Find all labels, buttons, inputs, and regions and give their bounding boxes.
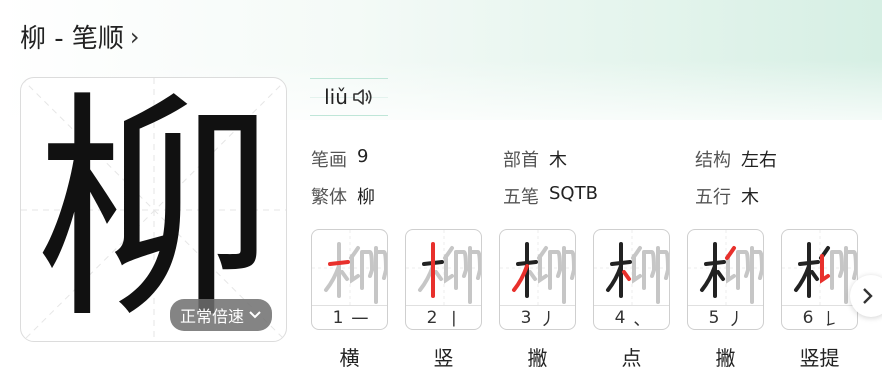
pinyin-guide-line: [310, 97, 388, 98]
info-structure-key: 结构: [695, 150, 731, 171]
info-radical: 部首 木: [503, 146, 567, 172]
chevron-down-icon: [249, 311, 261, 319]
info-traditional-key: 繁体: [311, 187, 347, 208]
info-strokes-key: 笔画: [311, 150, 347, 171]
playback-speed-button[interactable]: 正常倍速: [169, 299, 272, 331]
stroke-card[interactable]: 4、: [593, 229, 670, 330]
stroke-number: 3: [520, 307, 532, 328]
stroke-name: 竖提: [799, 346, 840, 370]
stroke-glyph: 一: [351, 310, 369, 330]
stroke-label: 4、: [594, 305, 669, 330]
stroke-diagram: [782, 230, 857, 307]
stroke-glyph: 丿: [539, 310, 557, 330]
stroke-name: 竖: [433, 346, 454, 370]
stroke-diagram: [594, 230, 669, 307]
stroke-glyph: 丨: [445, 310, 463, 330]
chevron-right-icon: ›: [129, 22, 140, 51]
stroke-label: 6𠄌: [782, 305, 857, 330]
stroke-glyph: 𠄌: [821, 310, 839, 330]
stroke-card[interactable]: 2丨: [405, 229, 482, 330]
stroke-glyph: 、: [633, 310, 651, 330]
page-title-text: 柳 - 笔顺: [20, 24, 124, 54]
info-element-value: 木: [741, 187, 759, 208]
pinyin-text: liǔ: [324, 85, 348, 109]
info-element-key: 五行: [695, 187, 731, 208]
info-traditional-value: 柳: [357, 187, 375, 208]
stroke-number: 5: [708, 307, 720, 328]
stroke-diagram: [406, 230, 481, 307]
stroke-label: 3丿: [500, 305, 575, 330]
info-strokes-value: 9: [357, 146, 369, 167]
stroke-card[interactable]: 5丿: [687, 229, 764, 330]
stroke-number: 1: [332, 307, 344, 328]
stroke-diagram: [688, 230, 763, 307]
stroke-name: 横: [339, 346, 360, 370]
stroke-label: 1一: [312, 305, 387, 330]
stroke-number: 6: [802, 307, 814, 328]
stroke-card[interactable]: 6𠄌: [781, 229, 858, 330]
stroke-glyph: 丿: [727, 310, 745, 330]
chevron-right-icon: [863, 288, 873, 304]
info-structure: 结构 左右: [695, 146, 777, 172]
stroke-name: 撇: [715, 346, 736, 370]
info-traditional: 繁体 柳: [311, 183, 375, 209]
stroke-number: 4: [614, 307, 626, 328]
pinyin-box[interactable]: liǔ: [310, 78, 388, 116]
stroke-name: 撇: [527, 346, 548, 370]
info-strokes: 笔画 9: [311, 146, 368, 172]
playback-speed-label: 正常倍速: [179, 307, 244, 326]
stroke-card[interactable]: 1一: [311, 229, 388, 330]
stroke-label: 5丿: [688, 305, 763, 330]
stroke-diagram: [312, 230, 387, 307]
info-wubi: 五笔 SQTB: [503, 183, 598, 209]
page-title[interactable]: 柳 - 笔顺 ›: [20, 18, 140, 55]
stroke-card[interactable]: 3丿: [499, 229, 576, 330]
info-radical-value: 木: [549, 150, 567, 171]
stroke-name: 点: [621, 346, 642, 370]
stroke-animation-box[interactable]: 柳 正常倍速: [20, 77, 287, 342]
info-element: 五行 木: [695, 183, 759, 209]
stroke-label: 2丨: [406, 305, 481, 330]
info-radical-key: 部首: [503, 150, 539, 171]
stroke-number: 2: [426, 307, 438, 328]
stroke-diagram: [500, 230, 575, 307]
info-structure-value: 左右: [741, 150, 777, 171]
info-wubi-value: SQTB: [549, 183, 598, 204]
info-wubi-key: 五笔: [503, 187, 539, 208]
speaker-icon[interactable]: [352, 87, 374, 107]
